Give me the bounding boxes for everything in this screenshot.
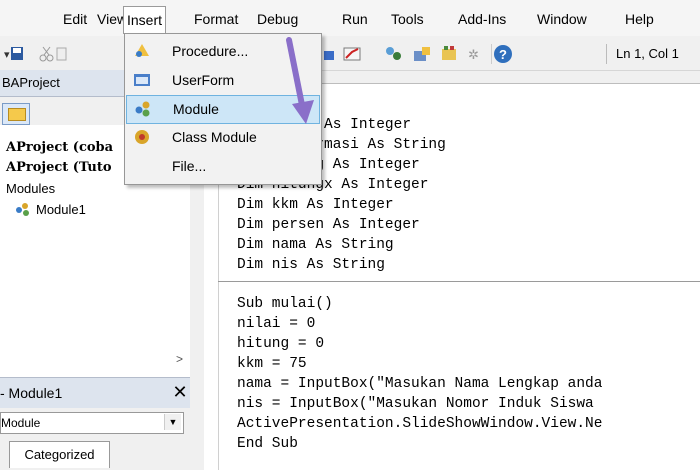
menu-tools[interactable]: Tools bbox=[391, 10, 424, 28]
code-line[interactable]: ActivePresentation.SlideShowWindow.View.… bbox=[237, 416, 602, 432]
procedure-icon bbox=[135, 44, 149, 57]
class-module-icon bbox=[135, 130, 149, 144]
toolbox-icon[interactable] bbox=[440, 45, 460, 63]
menu-format[interactable]: Format bbox=[194, 10, 238, 28]
menu-help[interactable]: Help bbox=[625, 10, 654, 28]
code-line[interactable]: nis = InputBox("Masukan Nomor Induk Sisw… bbox=[237, 396, 594, 412]
tree-item-modules[interactable]: Modules bbox=[6, 181, 55, 196]
menu-run[interactable]: Run bbox=[342, 10, 368, 28]
menu-edit[interactable]: Edit bbox=[63, 10, 87, 28]
menu-item-class-module[interactable]: Class Module bbox=[126, 124, 320, 151]
code-line[interactable]: kkm = 75 bbox=[237, 356, 307, 372]
folder-icon bbox=[8, 108, 26, 121]
cut-icon[interactable] bbox=[38, 45, 56, 63]
annotation-arrow-icon bbox=[286, 37, 314, 124]
code-line[interactable]: Dim nis As String bbox=[237, 257, 385, 273]
cursor-position: Ln 1, Col 1 bbox=[616, 46, 679, 61]
module-icon bbox=[135, 101, 150, 117]
project-explorer-icon[interactable] bbox=[343, 45, 363, 63]
toolbar-separator bbox=[491, 44, 492, 64]
menu-addins[interactable]: Add-Ins bbox=[458, 10, 506, 28]
svg-text:?: ? bbox=[499, 47, 507, 62]
toolbar-separator-2 bbox=[606, 44, 607, 64]
code-line[interactable]: nilai = 0 bbox=[237, 316, 315, 332]
copy-icon[interactable] bbox=[56, 46, 68, 62]
code-line[interactable]: nama = InputBox("Masukan Nama Lengkap an… bbox=[237, 376, 602, 392]
extras-icon[interactable]: ✲ bbox=[466, 45, 486, 63]
save-icon[interactable]: ▾ bbox=[4, 45, 24, 63]
object-browser-icon[interactable] bbox=[412, 45, 432, 63]
svg-text:▾: ▾ bbox=[4, 49, 10, 61]
tree-item-module1[interactable]: Module1 bbox=[36, 202, 86, 217]
menu-window[interactable]: Window bbox=[537, 10, 587, 28]
code-line[interactable]: Dim nama As String bbox=[237, 237, 394, 253]
object-select[interactable]: Module bbox=[0, 412, 184, 434]
menu-item-file[interactable]: File... bbox=[126, 153, 320, 180]
tree-item-project-tuto[interactable]: AProject (Tuto bbox=[6, 160, 112, 175]
code-line[interactable]: Sub mulai() bbox=[237, 296, 333, 312]
help-icon[interactable]: ? bbox=[493, 44, 513, 64]
scroll-right-arrow[interactable]: > bbox=[176, 352, 183, 366]
chevron-down-icon[interactable]: ▼ bbox=[164, 414, 181, 430]
tab-categorized[interactable]: Categorized bbox=[9, 441, 110, 468]
properties-title: - Module1 bbox=[0, 377, 190, 408]
module-icon bbox=[16, 203, 29, 216]
menu-debug[interactable]: Debug bbox=[257, 10, 298, 28]
code-line[interactable]: Dim kkm As Integer bbox=[237, 197, 394, 213]
svg-text:✲: ✲ bbox=[468, 47, 479, 62]
userform-icon bbox=[134, 74, 150, 86]
code-line[interactable]: hitung = 0 bbox=[237, 336, 324, 352]
menu-insert[interactable]: Insert bbox=[123, 6, 167, 34]
code-line[interactable]: End Sub bbox=[237, 436, 298, 452]
procedure-separator bbox=[218, 281, 700, 282]
properties-icon[interactable] bbox=[384, 45, 404, 63]
design-mode-icon[interactable] bbox=[322, 48, 336, 62]
code-line[interactable]: Dim persen As Integer bbox=[237, 217, 420, 233]
tree-item-project-coba[interactable]: AProject (coba bbox=[6, 140, 113, 155]
close-icon[interactable]: ✕ bbox=[170, 381, 190, 403]
